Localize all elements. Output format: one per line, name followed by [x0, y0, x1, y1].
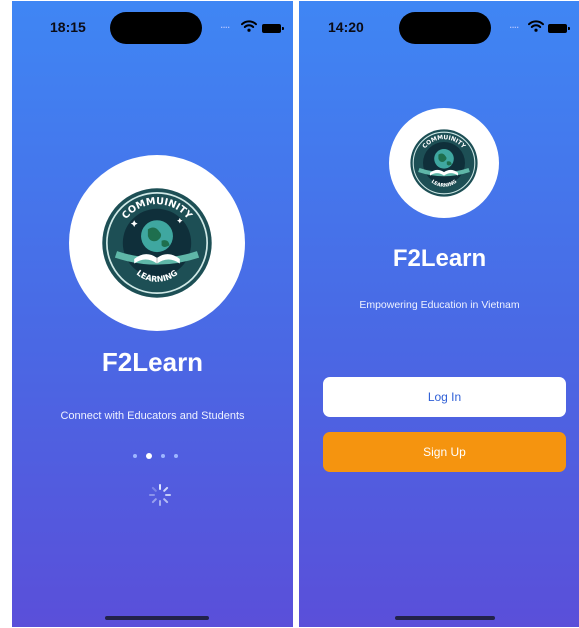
dynamic-island — [399, 12, 491, 44]
globe-book-logo-icon: COMMUINITY LEARNING — [410, 129, 478, 197]
dynamic-island — [110, 12, 202, 44]
splash-screen: 18:15 .... COMMUINITY LEARNING F2Learn C… — [12, 1, 293, 627]
battery-icon — [262, 24, 284, 33]
globe-book-logo-icon: COMMUINITY LEARNING — [102, 188, 212, 298]
signal-dots-icon: .... — [220, 17, 230, 31]
status-bar: 18:15 .... — [12, 1, 293, 51]
status-bar: 14:20 .... — [299, 1, 579, 51]
home-indicator[interactable] — [105, 616, 209, 620]
home-indicator[interactable] — [395, 616, 495, 620]
app-logo: COMMUINITY LEARNING — [69, 155, 245, 331]
tagline: Empowering Education in Vietnam — [359, 299, 520, 311]
app-name: F2Learn — [101, 347, 204, 377]
app-name: F2Learn — [392, 245, 487, 272]
app-logo: COMMUINITY LEARNING — [389, 108, 499, 218]
tagline: Connect with Educators and Students — [60, 410, 245, 422]
page-indicator — [133, 452, 181, 460]
wifi-icon — [241, 20, 257, 32]
signal-dots-icon: .... — [509, 17, 519, 31]
page-dot-active — [146, 453, 152, 459]
login-button[interactable]: Log In — [323, 377, 566, 417]
signup-button[interactable]: Sign Up — [323, 432, 566, 472]
status-time: 18:15 — [50, 19, 86, 35]
status-time: 14:20 — [328, 19, 364, 35]
welcome-screen: 14:20 .... COMMUINITY LEARNING F2Learn E… — [299, 1, 579, 627]
page-dot — [161, 454, 165, 458]
wifi-icon — [528, 20, 544, 32]
page-dot — [174, 454, 178, 458]
page-dot — [133, 454, 137, 458]
loading-spinner-icon — [149, 484, 171, 506]
battery-icon — [548, 24, 570, 33]
